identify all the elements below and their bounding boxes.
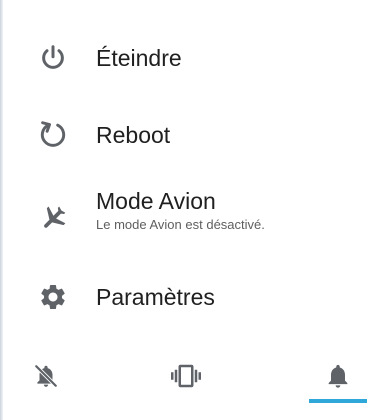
menu-item-label: Reboot — [96, 122, 171, 148]
sound-mode-mute-button[interactable] — [26, 358, 66, 398]
sound-mode-vibrate-button[interactable] — [166, 358, 206, 398]
menu-item-airplane-mode[interactable]: Mode Avion Le mode Avion est désactivé. — [0, 186, 369, 242]
sound-mode-bar — [0, 350, 369, 406]
menu-item-settings[interactable]: Paramètres — [0, 277, 369, 317]
selected-sound-mode-indicator — [309, 399, 367, 403]
menu-item-power-off[interactable]: Éteindre — [0, 38, 369, 78]
vibrate-icon — [171, 361, 201, 396]
menu-item-reboot[interactable]: Reboot — [0, 115, 369, 155]
menu-item-label: Mode Avion — [96, 188, 216, 214]
sound-mode-ring-button[interactable] — [318, 358, 358, 398]
bell-off-icon — [33, 363, 59, 394]
reboot-icon — [36, 118, 70, 152]
airplane-icon — [36, 201, 70, 235]
bell-icon — [324, 362, 352, 395]
menu-item-label: Éteindre — [96, 45, 182, 71]
airplane-mode-status: Le mode Avion est désactivé. — [96, 217, 265, 232]
menu-item-label: Paramètres — [96, 284, 215, 310]
power-menu-screen: Éteindre Reboot Mode Avion Le mode Avion… — [0, 0, 369, 420]
power-icon — [36, 41, 70, 75]
gear-icon — [36, 280, 70, 314]
